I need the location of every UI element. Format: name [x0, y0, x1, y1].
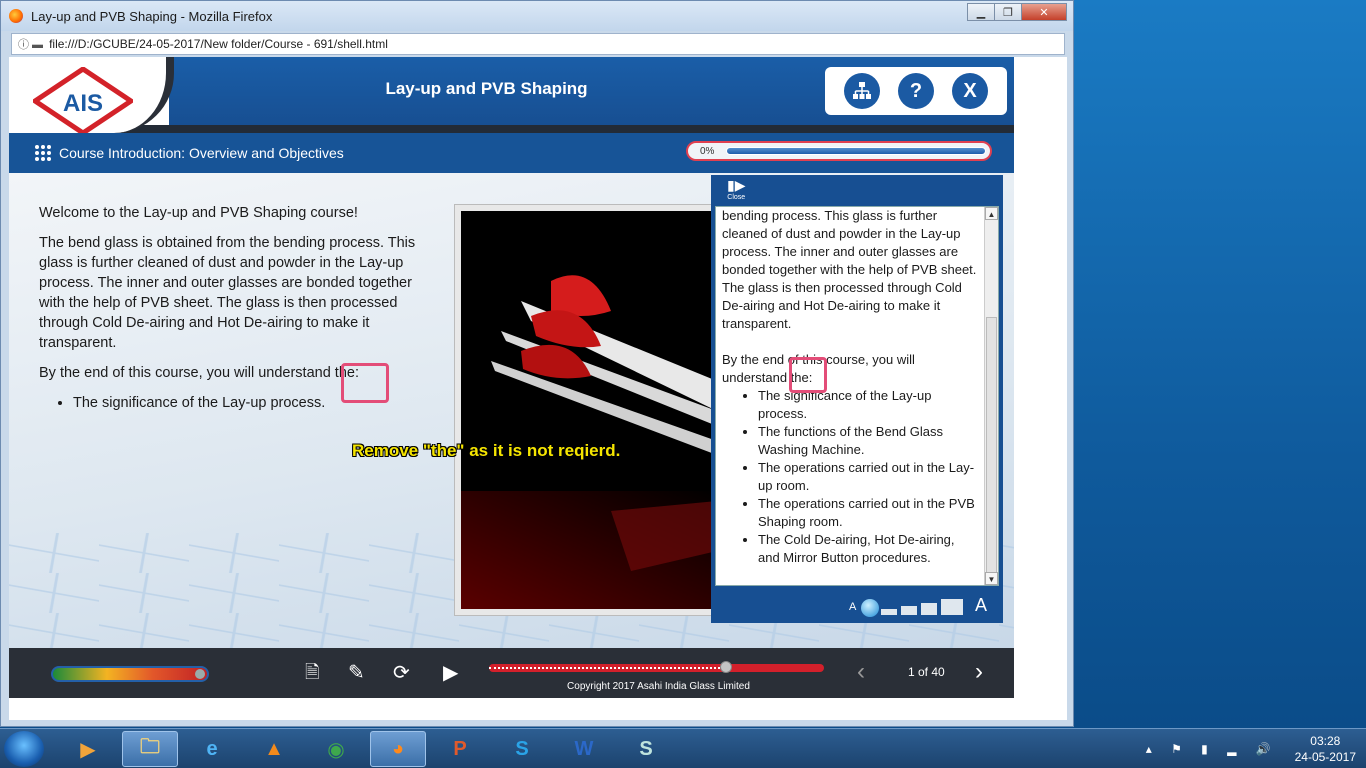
windows-taskbar: ▶ 🗀 e ▲ ◉ ◕ P S W S ▴ ⚑ ▮ ▂ 🔊 03:28 24-0… [0, 728, 1366, 768]
scroll-down-arrow[interactable]: ▼ [985, 572, 998, 585]
exit-button[interactable]: X [952, 73, 988, 109]
transcript-paragraph: bending process. This glass is further c… [722, 208, 977, 331]
play-icon[interactable]: ▶ [443, 660, 458, 685]
system-clock[interactable]: 03:28 24-05-2017 [1295, 733, 1356, 765]
firefox-icon [9, 9, 23, 23]
scroll-up-arrow[interactable]: ▲ [985, 207, 998, 220]
list-item: The Cold De-airing, Hot De-airing, and M… [758, 531, 978, 567]
vlc-icon[interactable]: ▲ [246, 731, 302, 767]
close-label: Close [727, 194, 746, 201]
font-size-control: A A [711, 589, 1003, 623]
window-titlebar: Lay-up and PVB Shaping - Mozilla Firefox [1, 1, 1073, 31]
copyright-text: Copyright 2017 Asahi India Glass Limited [567, 681, 750, 692]
clock-time: 03:28 [1310, 734, 1341, 748]
chrome-icon[interactable]: ◉ [308, 731, 364, 767]
transcript-text: bending process. This glass is further c… [722, 207, 978, 567]
logo-area: AIS [9, 57, 174, 135]
window-title: Lay-up and PVB Shaping - Mozilla Firefox [31, 8, 273, 24]
seek-bar[interactable] [489, 661, 824, 673]
darts-illustration [461, 211, 717, 609]
transcript-objectives-list: The significance of the Lay-up process. … [758, 387, 978, 567]
font-small-label: A [849, 601, 857, 613]
sitemap-icon [853, 82, 871, 99]
sitemap-button[interactable] [844, 73, 880, 109]
list-item: The operations carried out in the PVB Sh… [758, 495, 978, 531]
firefox-taskbar-icon[interactable]: ◕ [370, 731, 426, 767]
page-counter: 1 of 40 [908, 665, 945, 679]
review-annotation: Remove "the" as it is not reqierd. [352, 441, 621, 460]
menu-grid-icon[interactable] [35, 145, 51, 161]
course-shell: AIS Lay-up and PVB Shaping ? X Course In… [9, 57, 1014, 698]
svg-text:AIS: AIS [63, 90, 103, 117]
clock-date: 24-05-2017 [1294, 750, 1356, 764]
volume-meter[interactable] [51, 666, 209, 682]
explorer-icon[interactable]: 🗀 [122, 731, 178, 767]
intro-paragraph: The bend glass is obtained from the bend… [39, 235, 416, 351]
header-toolbar: ? X [825, 67, 1007, 115]
close-window-button[interactable]: ✕ [1021, 3, 1067, 21]
header-divider [9, 125, 1014, 133]
review-highlight-box [789, 357, 827, 393]
progress-percent: 0% [700, 145, 715, 157]
powerpoint-icon[interactable]: P [432, 731, 488, 767]
window-controls: ▁ ❐ ✕ [967, 3, 1067, 21]
list-item: The functions of the Bend Glass Washing … [758, 423, 978, 459]
font-size-slider[interactable] [861, 597, 965, 617]
page-viewport: AIS Lay-up and PVB Shaping ? X Course In… [9, 57, 1067, 720]
url-text: file:///D:/GCUBE/24-05-2017/New folder/C… [49, 37, 388, 51]
help-button[interactable]: ? [898, 73, 934, 109]
close-panel-icon: ▮▶ [727, 177, 746, 193]
volume-knob[interactable] [195, 669, 205, 679]
url-bar[interactable]: ⓘ ▬ file:///D:/GCUBE/24-05-2017/New fold… [11, 33, 1065, 55]
info-icon[interactable]: ⓘ ▬ [18, 36, 43, 52]
minimize-button[interactable]: ▁ [967, 3, 995, 21]
notes-pencil-icon[interactable]: ✎ [348, 660, 365, 685]
app-icon[interactable]: S [618, 731, 674, 767]
course-progress: 0% [686, 141, 992, 161]
topic-title: Course Introduction: Overview and Object… [59, 145, 344, 161]
darts-image [461, 211, 717, 609]
next-page-button[interactable]: › [975, 658, 983, 686]
system-tray: ▴ ⚑ ▮ ▂ 🔊 03:28 24-05-2017 [1146, 733, 1356, 765]
welcome-text: Welcome to the Lay-up and PVB Shaping co… [39, 205, 358, 221]
font-size-knob[interactable] [861, 599, 879, 617]
player-controls: 🗎 ✎ ⟳ ▶ Copyright 2017 Asahi India Glass… [9, 648, 1014, 698]
tray-icons[interactable]: ▴ ⚑ ▮ ▂ 🔊 [1146, 742, 1279, 756]
start-button[interactable] [4, 731, 44, 767]
transcript-close-button[interactable]: ▮▶ Close [727, 177, 745, 201]
topic-bar: Course Introduction: Overview and Object… [9, 133, 1014, 173]
list-item: The operations carried out in the Lay-up… [758, 459, 978, 495]
course-image-frame [454, 204, 724, 616]
replay-icon[interactable]: ⟳ [393, 660, 410, 685]
review-highlight-box [341, 363, 389, 403]
transcript-toggle-icon[interactable]: 🗎 [305, 660, 319, 690]
transcript-objectives-intro: By the end of this course, you will unde… [722, 352, 915, 385]
ais-logo: AIS [33, 67, 133, 135]
course-header: AIS Lay-up and PVB Shaping ? X [9, 57, 1014, 135]
transcript-panel: ▮▶ Close bending process. This glass is … [711, 175, 1003, 623]
scroll-thumb[interactable] [986, 317, 997, 577]
previous-page-button[interactable]: ‹ [857, 658, 865, 686]
media-player-icon[interactable]: ▶ [60, 731, 116, 767]
seek-played [489, 667, 720, 669]
transcript-body[interactable]: bending process. This glass is further c… [715, 206, 999, 586]
firefox-window: Lay-up and PVB Shaping - Mozilla Firefox… [0, 0, 1074, 727]
progress-track [726, 147, 986, 155]
transcript-scrollbar[interactable]: ▲ ▼ [984, 207, 998, 585]
skype-icon[interactable]: S [494, 731, 550, 767]
maximize-button[interactable]: ❐ [994, 3, 1022, 21]
internet-explorer-icon[interactable]: e [184, 731, 240, 767]
seek-knob[interactable] [719, 661, 732, 673]
font-large-label: A [975, 595, 988, 615]
course-title: Lay-up and PVB Shaping [385, 79, 588, 98]
word-icon[interactable]: W [556, 731, 612, 767]
